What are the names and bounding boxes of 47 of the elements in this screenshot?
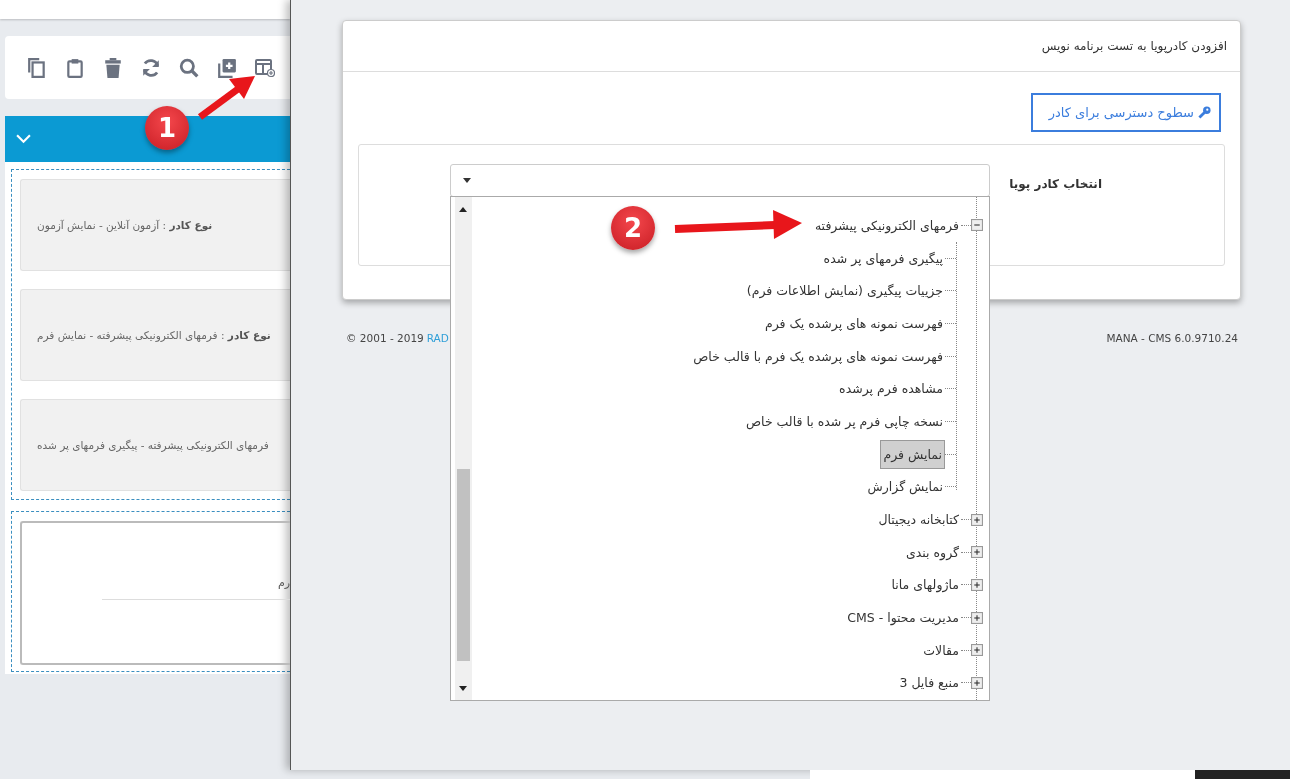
tree-item[interactable]: ماژولهای مانا xyxy=(889,574,961,596)
tree-item[interactable]: نمایش گزارش xyxy=(865,476,945,498)
tree-item[interactable]: جزییات پیگیری (نمایش اطلاعات فرم) xyxy=(744,280,945,302)
add-layout-icon[interactable] xyxy=(255,57,275,78)
tree-item[interactable]: فرمهای الکترونیکی پیشرفته xyxy=(812,214,961,236)
expand-icon[interactable] xyxy=(971,513,983,526)
key-icon xyxy=(1198,106,1211,119)
expand-icon[interactable] xyxy=(971,611,983,624)
expand-icon[interactable] xyxy=(971,546,983,559)
caret-icon xyxy=(463,178,471,183)
add-copy-icon[interactable] xyxy=(217,57,237,78)
tree-item[interactable]: گروه بندی xyxy=(904,541,961,563)
tree-item[interactable]: نمایش فرم xyxy=(880,439,945,469)
field-label: انتخاب کادر پویا xyxy=(1009,177,1102,191)
trash-icon[interactable] xyxy=(103,57,123,78)
scroll-down-icon[interactable] xyxy=(459,686,467,691)
tree-item[interactable]: پیگیری فرمهای پر شده xyxy=(821,247,945,269)
frame-type-text: فرمهای الکترونیکی پیشرفته - پیگیری فرمهای پر شده xyxy=(37,439,269,451)
tree-item[interactable]: کتابخانه دیجیتال xyxy=(876,509,961,531)
tree-item[interactable]: نسخه چاپی فرم پر شده با قالب خاص xyxy=(743,410,945,432)
search-icon[interactable] xyxy=(179,57,199,78)
annotation-arrow xyxy=(197,76,255,120)
tree-item[interactable]: مقالات xyxy=(921,639,961,661)
expand-icon[interactable] xyxy=(971,578,983,591)
dialog-title: افزودن کادرپویا به تست برنامه نویس xyxy=(1041,39,1227,53)
tree-item[interactable]: منبع فایل 3 xyxy=(897,672,961,694)
refresh-icon[interactable] xyxy=(141,57,161,78)
expand-icon[interactable] xyxy=(971,676,983,689)
expand-icon[interactable] xyxy=(971,644,983,657)
frame-type-text: نوع کادر : آزمون آنلاین - نمایش آزمون xyxy=(37,219,213,231)
access-levels-button[interactable]: سطوح دسترسی برای کادر xyxy=(1031,93,1221,132)
tree-item[interactable]: مشاهده فرم پرشده xyxy=(837,378,945,400)
card-text: رم xyxy=(277,576,290,589)
tree-item[interactable]: فهرست نمونه های پرشده یک فرم با قالب خاص xyxy=(691,345,945,367)
version-text: MANA - CMS 6.0.9710.24 xyxy=(1106,332,1238,344)
scroll-up-icon[interactable] xyxy=(459,207,467,212)
copy-icon[interactable] xyxy=(27,57,47,78)
copyright-text: © 2001 - 2019 xyxy=(346,332,424,344)
frame-type-text: نوع کادر : فرمهای الکترونیکی پیشرفته - نمایش فرم xyxy=(37,329,271,341)
collapse-icon[interactable] xyxy=(971,219,983,232)
step-badge: 1 xyxy=(145,106,189,150)
scrollbar-thumb[interactable] xyxy=(457,469,470,661)
chevron-down-icon[interactable] xyxy=(16,134,31,144)
tree-item[interactable]: مدیریت محتوا - CMS xyxy=(845,607,961,629)
clipboard-icon[interactable] xyxy=(65,57,85,78)
tree-item[interactable]: فهرست نمونه های پرشده یک فرم xyxy=(763,312,945,334)
scrollbar[interactable] xyxy=(455,197,472,700)
